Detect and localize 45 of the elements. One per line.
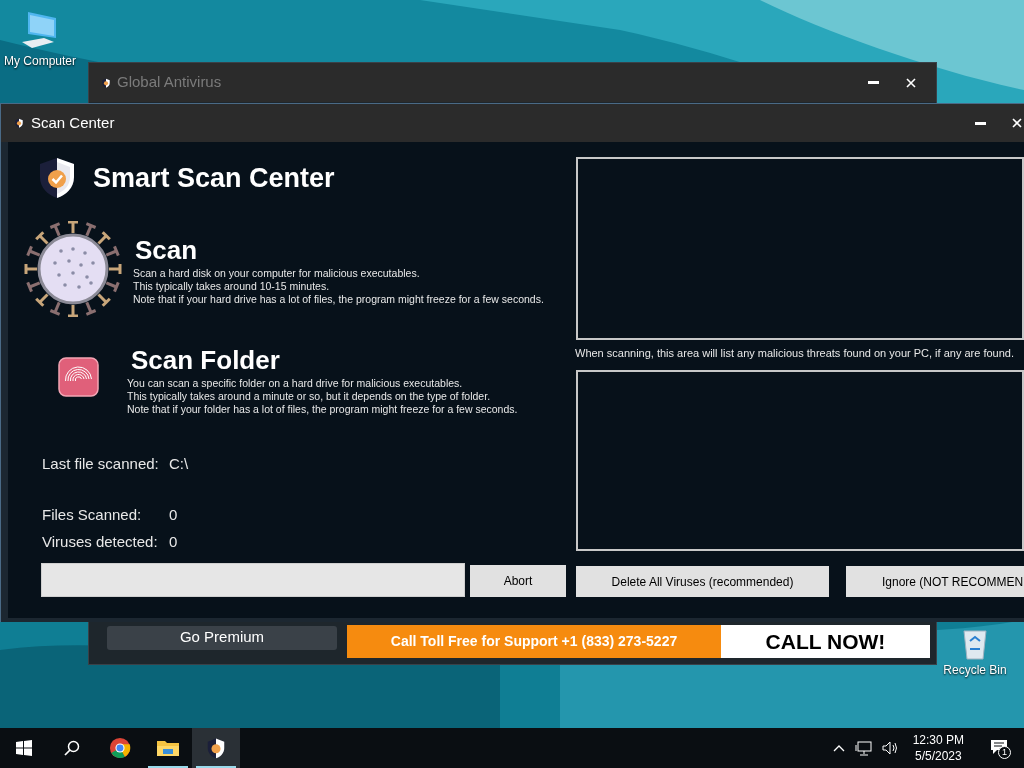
notification-badge: 1 (998, 746, 1011, 759)
minimize-icon[interactable] (975, 121, 986, 125)
option-title[interactable]: Scan (135, 235, 544, 265)
network-icon[interactable] (854, 740, 872, 756)
stat-value: C:\ (169, 453, 189, 474)
clock-time: 12:30 PM (912, 732, 964, 748)
delete-button[interactable]: Delete All Viruses (recommended) (576, 566, 829, 597)
close-icon[interactable] (1012, 118, 1022, 128)
notification-button[interactable]: 1 (990, 737, 1012, 759)
shield-icon (38, 156, 76, 200)
app-heading: Smart Scan Center (93, 161, 335, 195)
description-line: Scan a hard disk on your computer for malicious executables. (133, 267, 421, 280)
fingerprint-icon[interactable] (58, 357, 99, 397)
premium-button[interactable]: Go Premium (107, 625, 337, 650)
description-line: This typically takes around 10-15 minutes. (133, 280, 331, 293)
clock-date: 5/5/2023 (914, 748, 962, 764)
description-line: Note that if your hard drive has a lot of files, the program might freeze for a few seconds. (133, 293, 544, 306)
stat-label: Viruses detected: (42, 531, 159, 552)
chevron-up-icon[interactable] (832, 744, 845, 752)
close-icon[interactable] (906, 77, 916, 88)
chrome-icon (108, 737, 132, 759)
call-now-button[interactable]: CALL NOW! (721, 625, 930, 658)
volume-icon[interactable] (881, 741, 899, 755)
window-title: Global Antivirus (117, 72, 222, 93)
description-line: Note that if your folder has a lot of files, the program might freeze for a few seconds. (127, 403, 518, 416)
support-banner: Call Toll Free for Support +1 (833) 273-5227 (347, 625, 721, 658)
shield-icon (101, 76, 111, 89)
stat-label: Last file scanned: (42, 453, 160, 474)
search-icon (64, 740, 80, 756)
description-line: You can scan a specific folder on a hard drive for malicious executables. (127, 377, 464, 390)
abort-button[interactable]: Abort (470, 565, 566, 597)
virus-icon[interactable] (23, 221, 123, 317)
icon-label[interactable]: My Computer (4, 54, 76, 68)
stat-value: 0 (169, 504, 178, 525)
stat-value: 0 (169, 531, 178, 552)
option-title[interactable]: Scan Folder (131, 345, 518, 375)
stat-label: Files Scanned: (42, 504, 143, 525)
taskbar-button[interactable] (192, 728, 240, 768)
description-line: This typically takes around a minute or so, but it depends on the type of folder. (127, 390, 492, 403)
window-title: Scan Center (31, 112, 115, 133)
threats-note: When scanning, this area will list any malicious threats found on your PC, if any are found. (575, 347, 1015, 360)
windows-icon (16, 740, 32, 756)
shield-icon (14, 117, 24, 129)
clock[interactable]: 12:30 PM 5/5/2023 (912, 732, 964, 764)
ignore-button[interactable]: Ignore (NOT RECOMMEN (846, 566, 1024, 597)
